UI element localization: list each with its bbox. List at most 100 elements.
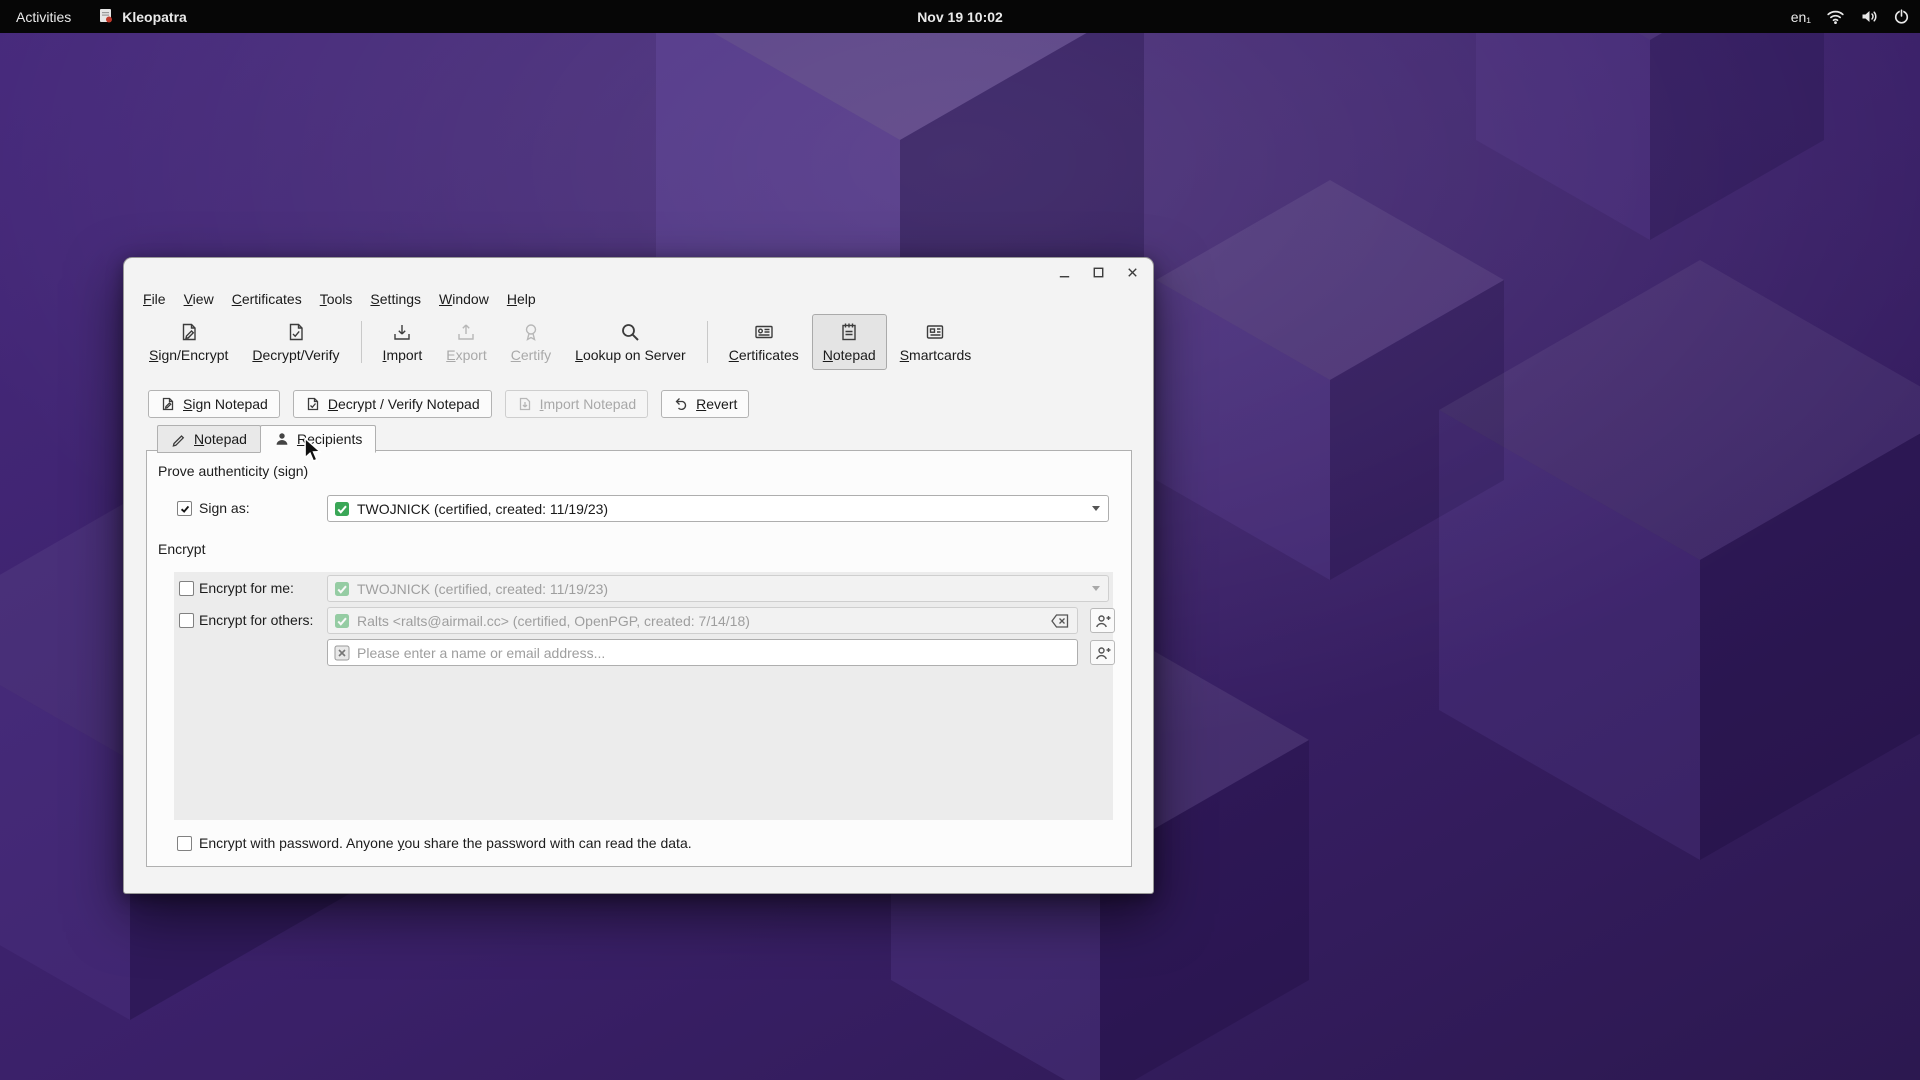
minimize-button[interactable] (1053, 261, 1075, 283)
revert-label: Revert (696, 396, 738, 412)
certificate-valid-icon (334, 581, 350, 597)
encrypt-with-password-label: Encrypt with password. Anyone you share … (199, 835, 692, 851)
sign-as-combobox[interactable]: TWOJNICK (certified, created: 11/19/23) (327, 495, 1109, 522)
kleopatra-app-icon (97, 7, 114, 27)
close-button[interactable] (1121, 261, 1143, 283)
sign-as-value: TWOJNICK (certified, created: 11/19/23) (357, 500, 609, 517)
person-add-icon (1095, 646, 1110, 659)
clear-field-icon[interactable] (1051, 613, 1069, 628)
app-menu[interactable]: Kleopatra (87, 0, 197, 33)
kleopatra-window: File View Certificates Tools Settings Wi… (123, 257, 1154, 894)
decrypt-verify-icon (285, 321, 307, 343)
toolbar-notepad-label: Notepad (822, 347, 876, 363)
toolbar-sign-encrypt-label: Sign/Encrypt (149, 347, 229, 363)
recipient-input[interactable] (357, 644, 1069, 661)
import-notepad-button[interactable]: Import Notepad (504, 390, 649, 418)
tab-notepad[interactable]: Notepad (157, 425, 261, 453)
menu-certificates[interactable]: Certificates (223, 288, 311, 310)
app-menu-label: Kleopatra (122, 8, 187, 25)
encrypt-for-me-value: TWOJNICK (certified, created: 11/19/23) (357, 580, 609, 597)
sign-encrypt-icon (178, 321, 200, 343)
import-notepad-icon (519, 397, 530, 411)
toolbar-certify-label: Certify (510, 347, 552, 363)
toolbar-notepad-button[interactable]: Notepad (811, 314, 887, 370)
certify-icon (520, 321, 542, 343)
mouse-cursor (303, 436, 325, 468)
certificate-invalid-icon (334, 645, 350, 661)
sign-as-checkbox[interactable] (177, 501, 192, 516)
recipient-input-field[interactable] (327, 639, 1078, 666)
revert-button[interactable]: Revert (661, 390, 750, 418)
toolbar-smartcards-label: Smartcards (899, 347, 972, 363)
toolbar-certificates-button[interactable]: Certificates (718, 314, 810, 370)
encrypt-for-me-combobox[interactable]: TWOJNICK (certified, created: 11/19/23) (327, 575, 1109, 602)
toolbar-lookup-button[interactable]: Lookup on Server (564, 314, 697, 370)
decrypt-verify-notepad-label: Decrypt / Verify Notepad (327, 396, 480, 412)
menu-view[interactable]: View (175, 288, 223, 310)
person-icon (276, 433, 288, 445)
toolbar-export-button[interactable]: Export (435, 314, 497, 370)
person-add-icon (1095, 614, 1110, 627)
pencil-icon (172, 435, 185, 447)
sign-notepad-label: Sign Notepad (183, 396, 268, 412)
menu-help[interactable]: Help (498, 288, 545, 310)
toolbar-certificates-label: Certificates (728, 347, 799, 363)
encrypt-for-me-checkbox[interactable] (179, 581, 194, 596)
encrypt-with-password-checkbox[interactable] (177, 836, 192, 851)
keyboard-layout-indicator[interactable]: en₁ (1791, 9, 1811, 25)
sign-notepad-button[interactable]: Sign Notepad (148, 390, 280, 418)
decrypt-verify-notepad-button[interactable]: Decrypt / Verify Notepad (292, 390, 492, 418)
search-icon (619, 321, 641, 343)
chevron-down-icon (1092, 586, 1100, 591)
main-toolbar: Sign/Encrypt Decrypt/Verify Import Expor… (124, 312, 1153, 376)
recipients-list-area: Encrypt for me: TWOJNICK (certified, cre… (174, 572, 1115, 820)
menu-tools[interactable]: Tools (311, 288, 362, 310)
encrypt-for-others-value: Ralts <ralts@airmail.cc> (certified, Ope… (357, 612, 750, 629)
sign-as-label: Sign as: (199, 500, 250, 516)
toolbar-export-label: Export (446, 347, 487, 363)
top-bar: Activities Kleopatra Nov 19 10:02 en₁ (0, 0, 1920, 33)
certificate-valid-icon (334, 613, 350, 629)
prove-authenticity-heading: Prove authenticity (sign) (158, 463, 309, 479)
titlebar[interactable] (124, 258, 1153, 286)
sign-notepad-icon (162, 397, 174, 411)
encrypt-for-others-field[interactable]: Ralts <ralts@airmail.cc> (certified, Ope… (327, 607, 1078, 634)
certificates-icon (753, 321, 775, 343)
menubar: File View Certificates Tools Settings Wi… (124, 286, 1153, 312)
encrypt-for-me-label: Encrypt for me: (199, 580, 294, 596)
menu-settings[interactable]: Settings (361, 288, 430, 310)
encrypt-heading: Encrypt (158, 541, 206, 557)
system-status-area[interactable]: en₁ (1791, 0, 1910, 33)
decrypt-verify-notepad-icon (307, 397, 319, 411)
add-recipient-button[interactable] (1090, 640, 1115, 665)
menu-window[interactable]: Window (430, 288, 498, 310)
menu-file[interactable]: File (134, 288, 175, 310)
chevron-down-icon (1092, 506, 1100, 511)
wifi-icon (1826, 8, 1845, 25)
smartcard-icon (924, 321, 946, 343)
maximize-button[interactable] (1087, 261, 1109, 283)
toolbar-smartcards-button[interactable]: Smartcards (889, 314, 983, 370)
toolbar-lookup-label: Lookup on Server (575, 347, 686, 363)
certificate-valid-icon (334, 501, 350, 517)
toolbar-import-button[interactable]: Import (372, 314, 434, 370)
import-icon (391, 321, 413, 343)
toolbar-certify-button[interactable]: Certify (500, 314, 562, 370)
import-notepad-label: Import Notepad (539, 396, 637, 412)
activities-button[interactable]: Activities (0, 0, 87, 33)
toolbar-separator (360, 321, 362, 363)
toolbar-decrypt-verify-button[interactable]: Decrypt/Verify (241, 314, 350, 370)
add-recipient-button[interactable] (1090, 608, 1115, 633)
power-icon (1893, 8, 1910, 25)
toolbar-separator (706, 321, 708, 363)
encrypt-for-others-label: Encrypt for others: (199, 612, 314, 628)
recipients-panel: Prove authenticity (sign) Sign as: TWOJN… (146, 450, 1132, 867)
clock[interactable]: Nov 19 10:02 (917, 9, 1003, 25)
toolbar-decrypt-verify-label: Decrypt/Verify (252, 347, 340, 363)
tab-notepad-label: Notepad (194, 431, 247, 447)
toolbar-sign-encrypt-button[interactable]: Sign/Encrypt (138, 314, 239, 370)
volume-icon (1860, 8, 1878, 25)
notepad-icon (838, 321, 860, 343)
export-icon (455, 321, 477, 343)
encrypt-for-others-checkbox[interactable] (179, 613, 194, 628)
